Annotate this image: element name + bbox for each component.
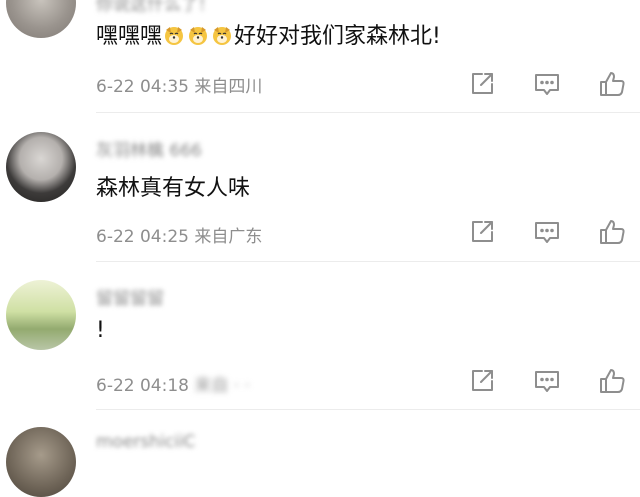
share-icon[interactable]: [468, 70, 496, 98]
comment-location: 来自广东: [194, 227, 263, 247]
avatar[interactable]: [6, 132, 76, 202]
comment-text: 嘿嘿嘿 好好对我们家森林北!: [96, 18, 441, 50]
comment-time: 6-22 04:18: [96, 376, 189, 396]
comment-username[interactable]: 你说这什么了！: [96, 0, 215, 15]
comment-text-prefix: 嘿嘿嘿: [96, 24, 163, 49]
share-icon[interactable]: [468, 218, 496, 246]
comment-meta: 6-22 04:25 来自广东: [96, 222, 262, 247]
comment-username[interactable]: 留留留留: [96, 284, 164, 309]
divider: [96, 261, 640, 262]
avatar[interactable]: [6, 0, 76, 38]
divider: [96, 409, 640, 410]
avatar[interactable]: [6, 427, 76, 497]
dog-face-icon: [211, 24, 233, 46]
comment-location: 来自四川: [194, 77, 263, 97]
comment-text: !: [96, 318, 105, 343]
comment-username[interactable]: 灰羽林檎 666: [96, 136, 202, 161]
comment-username[interactable]: moershiciiC: [96, 432, 195, 452]
comment-text-suffix: 好好对我们家森林北!: [234, 24, 441, 49]
comment-meta: 6-22 04:35 来自四川: [96, 72, 262, 97]
avatar[interactable]: [6, 280, 76, 350]
comment-meta: 6-22 04:18 来自 · ·: [96, 371, 250, 396]
dog-face-icon: [187, 24, 209, 46]
dog-face-icon: [163, 24, 185, 46]
share-icon[interactable]: [468, 367, 496, 395]
comment-location: 来自 · ·: [194, 376, 251, 396]
comment-time: 6-22 04:25: [96, 227, 189, 247]
like-icon[interactable]: [598, 70, 626, 98]
like-icon[interactable]: [598, 218, 626, 246]
reply-icon[interactable]: [533, 218, 561, 246]
comment-text: 森林真有女人味: [96, 176, 251, 201]
divider: [96, 112, 640, 113]
reply-icon[interactable]: [533, 367, 561, 395]
comment-time: 6-22 04:35: [96, 77, 189, 97]
like-icon[interactable]: [598, 367, 626, 395]
reply-icon[interactable]: [533, 70, 561, 98]
